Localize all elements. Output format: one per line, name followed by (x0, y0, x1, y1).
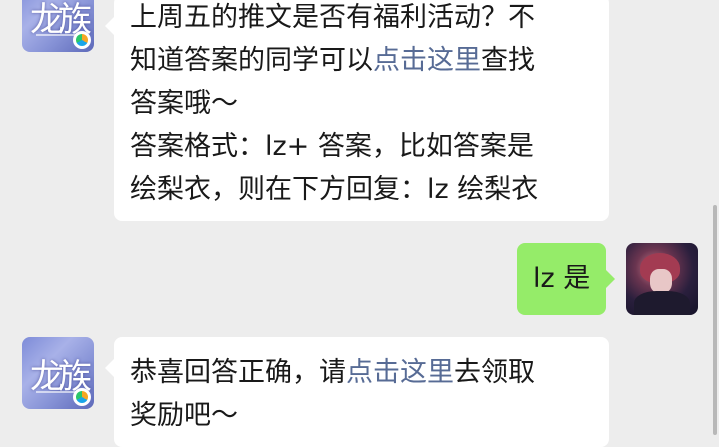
message-text: 答案哦～ (130, 88, 238, 119)
message-line: 答案格式：lz+ 答案，比如答案是 (130, 125, 593, 168)
click-here-link[interactable]: 点击这里 (373, 45, 481, 76)
message-text: 恭喜回答正确，请 (130, 357, 346, 388)
game-account-avatar[interactable]: 龙族 (22, 337, 94, 409)
message-line: 奖励吧～ (130, 394, 593, 437)
message-line: 知道答案的同学可以点击这里查找 (130, 39, 593, 82)
game-account-avatar[interactable]: 龙族 (22, 0, 94, 52)
logo-underline (36, 34, 76, 36)
message-text: 上周五的推文是否有福利活动？不 (130, 2, 535, 33)
message-line: 恭喜回答正确，请点击这里去领取 (130, 351, 593, 394)
avatar-face (650, 269, 672, 293)
avatar-coat (634, 291, 690, 315)
message-line: 答案哦～ (130, 82, 593, 125)
message-bubble-outgoing[interactable]: lz 是 (517, 243, 616, 315)
message-bubble-incoming[interactable]: 上周五的推文是否有福利活动？不 知道答案的同学可以点击这里查找 答案哦～ 答案格… (105, 0, 609, 221)
tencent-games-badge-icon (73, 31, 91, 49)
message-text: 绘梨衣，则在下方回复：lz 绘梨衣 (130, 174, 539, 205)
logo-underline (36, 391, 76, 393)
click-here-link[interactable]: 点击这里 (346, 357, 454, 388)
scrollbar[interactable] (713, 205, 717, 435)
message-line: 上周五的推文是否有福利活动？不 (130, 0, 593, 39)
message-text: 去领取 (454, 357, 535, 388)
message-text: 答案格式：lz+ 答案，比如答案是 (130, 131, 534, 162)
tencent-games-badge-icon (73, 388, 91, 406)
message-text: 奖励吧～ (130, 400, 238, 431)
user-avatar[interactable] (626, 243, 698, 315)
message-line: 绘梨衣，则在下方回复：lz 绘梨衣 (130, 168, 593, 211)
message-text: 知道答案的同学可以 (130, 45, 373, 76)
message-bubble-incoming[interactable]: 恭喜回答正确，请点击这里去领取 奖励吧～ (105, 337, 609, 447)
message-text: lz 是 (533, 263, 591, 294)
message-text: 查找 (481, 45, 535, 76)
